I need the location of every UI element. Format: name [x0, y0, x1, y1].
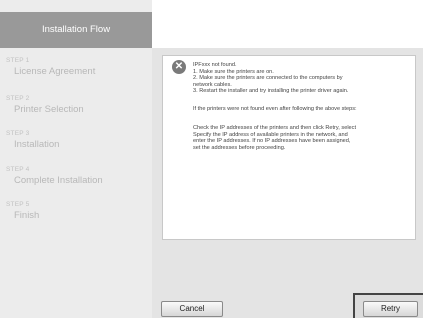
step-number: STEP 5	[6, 201, 30, 208]
step-label: Printer Selection	[14, 104, 84, 115]
content-header	[152, 0, 423, 48]
close-icon: ✕	[172, 60, 186, 74]
retry-button[interactable]: Retry	[363, 301, 418, 317]
message-line: set the addresses before proceeding.	[193, 144, 286, 151]
message-line: 2. Make sure the printers are connected …	[193, 75, 343, 82]
step-label: Finish	[14, 210, 40, 221]
step-label: Installation	[14, 139, 60, 150]
sidebar: Installation Flow STEP 1 License Agreeme…	[0, 0, 152, 318]
error-message: IPFxxx not found. 1. Make sure the print…	[193, 62, 415, 95]
message-line: IPFxxx not found.	[193, 62, 237, 68]
step-label: License Agreement	[14, 66, 96, 77]
step-number: STEP 3	[6, 130, 30, 137]
message-line: Specify the IP address of available prin…	[193, 131, 348, 138]
step-number: STEP 4	[6, 166, 30, 173]
message-note: If the printers were not found even afte…	[193, 106, 415, 113]
message-line: If the printers were not found even afte…	[193, 106, 357, 112]
step-number: STEP 1	[6, 57, 30, 64]
message-instructions: Check the IP addresses of the printers a…	[193, 125, 415, 151]
step-number: STEP 2	[6, 95, 30, 102]
sidebar-title: Installation Flow	[41, 24, 111, 35]
message-line: 3. Restart the installer and try install…	[193, 88, 349, 95]
message-line: enter the IP addresses. If no IP address…	[193, 138, 351, 145]
message-line: Check the IP addresses of the printers a…	[193, 125, 357, 131]
step-label: Complete Installation	[14, 175, 103, 186]
message-line: network cables.	[193, 81, 232, 88]
cancel-button[interactable]: Cancel	[161, 301, 223, 317]
sidebar-header: Installation Flow	[0, 12, 152, 48]
message-line: 1. Make sure the printers are on.	[193, 68, 274, 75]
